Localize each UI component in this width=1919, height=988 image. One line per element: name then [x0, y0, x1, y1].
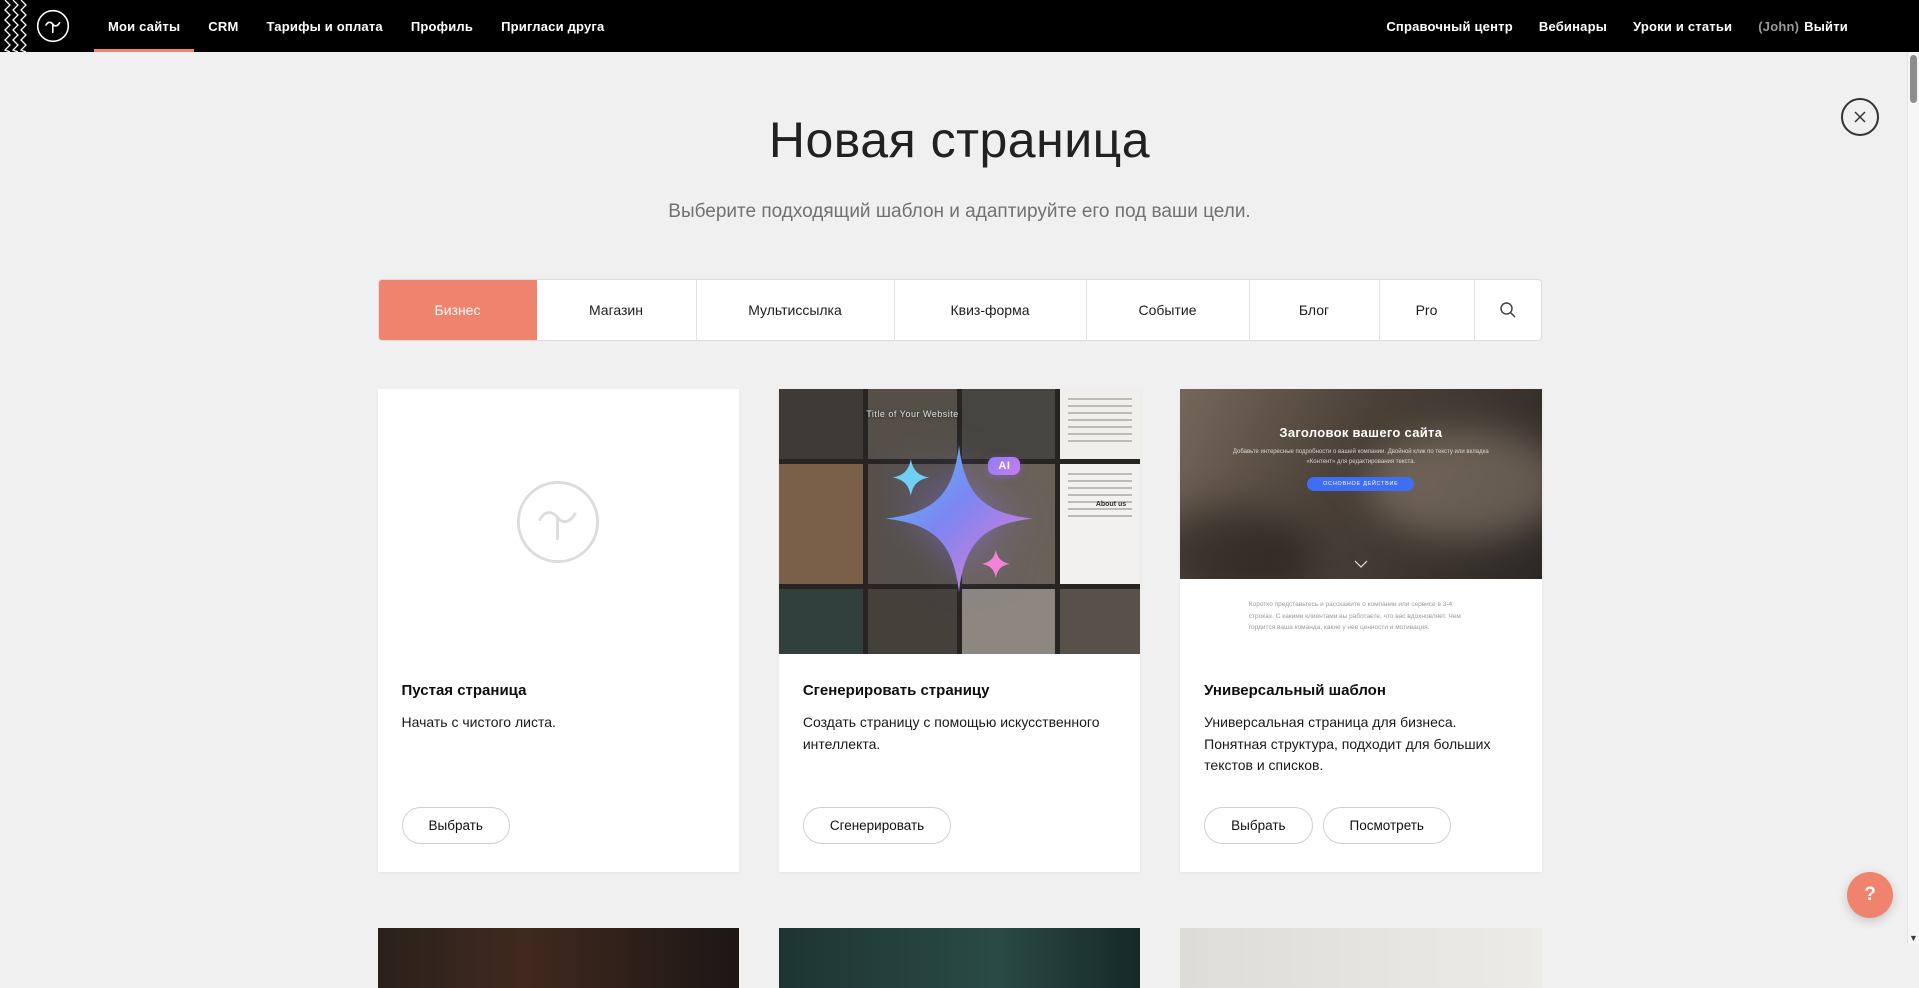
nav-item-pricing[interactable]: Тарифы и оплата — [252, 0, 396, 52]
preview-cta-button: Основное действие — [1307, 477, 1414, 491]
user-name: (John) — [1758, 19, 1799, 34]
card-body: Универсальный шаблон Универсальная стран… — [1180, 654, 1541, 872]
ai-preview[interactable]: Title of Your Website About us AI — [779, 389, 1140, 654]
page-title: Новая страница — [0, 111, 1919, 169]
nav-item-profile[interactable]: Профиль — [397, 0, 487, 52]
search-icon — [1499, 301, 1517, 319]
card-description: Универсальная страница для бизнеса. Поня… — [1204, 712, 1517, 777]
tab-multilink[interactable]: Мультиссылка — [697, 280, 895, 340]
universal-preview[interactable]: Заголовок вашего сайта Добавьте интересн… — [1180, 389, 1541, 654]
help-button[interactable]: ? — [1847, 872, 1893, 918]
nav-item-help-center[interactable]: Справочный центр — [1373, 0, 1526, 52]
preview-body-text: Коротко представьтесь и расскажите о ком… — [1249, 599, 1473, 633]
next-template-row — [378, 928, 1542, 988]
tab-event[interactable]: Событие — [1087, 280, 1250, 340]
tilda-logo[interactable] — [36, 0, 70, 52]
top-navbar: Мои сайты CRM Тарифы и оплата Профиль Пр… — [0, 0, 1919, 52]
tab-quiz-form[interactable]: Квиз-форма — [895, 280, 1087, 340]
card-universal-preview-button[interactable]: Посмотреть — [1323, 807, 1451, 844]
card-blank-choose-button[interactable]: Выбрать — [402, 807, 510, 844]
collage-about-label: About us — [1096, 501, 1126, 508]
scrollbar-thumb[interactable] — [1910, 55, 1917, 103]
template-cards-grid: Пустая страница Начать с чистого листа. … — [378, 389, 1542, 872]
card-actions: Сгенерировать — [803, 807, 1116, 844]
card-actions: Выбрать — [402, 807, 715, 844]
zigzag-pattern-icon — [0, 0, 32, 52]
preview-site-subtitle: Добавьте интересные подробности о вашей … — [1224, 447, 1499, 467]
nav-item-crm[interactable]: CRM — [194, 0, 252, 52]
preview-site-title: Заголовок вашего сайта — [1180, 425, 1541, 440]
collage-site-title: Title of Your Website — [779, 409, 1046, 419]
card-body: Сгенерировать страницу Создать страницу … — [779, 654, 1140, 872]
tab-shop[interactable]: Магазин — [537, 280, 697, 340]
card-body: Пустая страница Начать с чистого листа. … — [378, 654, 739, 872]
preview-hero-section: Заголовок вашего сайта Добавьте интересн… — [1180, 389, 1541, 579]
nav-item-my-sites[interactable]: Мои сайты — [94, 0, 194, 52]
template-card-generate[interactable]: Title of Your Website About us AI — [779, 389, 1140, 872]
preview-text-section: Коротко представьтесь и расскажите о ком… — [1180, 579, 1541, 654]
tab-blog[interactable]: Блог — [1250, 280, 1380, 340]
tab-pro[interactable]: Pro — [1380, 280, 1475, 340]
vertical-scrollbar[interactable]: ▼ — [1907, 52, 1919, 944]
card-universal-choose-button[interactable]: Выбрать — [1204, 807, 1312, 844]
nav-item-webinars[interactable]: Вебинары — [1526, 0, 1620, 52]
card-title: Универсальный шаблон — [1204, 682, 1517, 699]
card-description: Создать страницу с помощью искусственног… — [803, 712, 1116, 755]
new-page-modal: Новая страница Выберите подходящий шабло… — [0, 52, 1919, 988]
ai-sparkle-icon — [874, 433, 1044, 603]
secondary-nav: Справочный центр Вебинары Уроки и статьи… — [1373, 0, 1861, 52]
card-title: Пустая страница — [402, 682, 715, 699]
logout-link[interactable]: (John) Выйти — [1745, 0, 1861, 52]
chevron-down-icon — [1354, 555, 1368, 573]
template-card-partial[interactable] — [1180, 928, 1541, 988]
card-generate-button[interactable]: Сгенерировать — [803, 807, 951, 844]
blank-preview[interactable] — [378, 389, 739, 654]
card-description: Начать с чистого листа. — [402, 712, 715, 734]
tilda-logo-icon — [36, 9, 70, 43]
card-actions: Выбрать Посмотреть — [1204, 807, 1517, 844]
tab-business[interactable]: Бизнес — [379, 280, 537, 340]
template-card-partial[interactable] — [378, 928, 739, 988]
ai-badge: AI — [988, 457, 1020, 475]
card-title: Сгенерировать страницу — [803, 682, 1116, 699]
scrollbar-down-arrow[interactable]: ▼ — [1908, 934, 1919, 943]
tab-search[interactable] — [1475, 280, 1541, 340]
template-category-tabs: Бизнес Магазин Мультиссылка Квиз-форма С… — [378, 279, 1542, 341]
logout-label: Выйти — [1804, 19, 1848, 34]
close-button[interactable] — [1841, 98, 1879, 136]
template-card-blank[interactable]: Пустая страница Начать с чистого листа. … — [378, 389, 739, 872]
tilda-watermark-icon — [514, 478, 602, 566]
template-card-universal[interactable]: Заголовок вашего сайта Добавьте интересн… — [1180, 389, 1541, 872]
nav-item-invite-friend[interactable]: Пригласи друга — [487, 0, 618, 52]
page-subtitle: Выберите подходящий шаблон и адаптируйте… — [0, 201, 1919, 223]
main-nav: Мои сайты CRM Тарифы и оплата Профиль Пр… — [94, 0, 618, 52]
close-icon — [1853, 110, 1867, 124]
nav-item-lessons[interactable]: Уроки и статьи — [1620, 0, 1745, 52]
photo-shadow — [1180, 509, 1315, 579]
template-card-partial[interactable] — [779, 928, 1140, 988]
